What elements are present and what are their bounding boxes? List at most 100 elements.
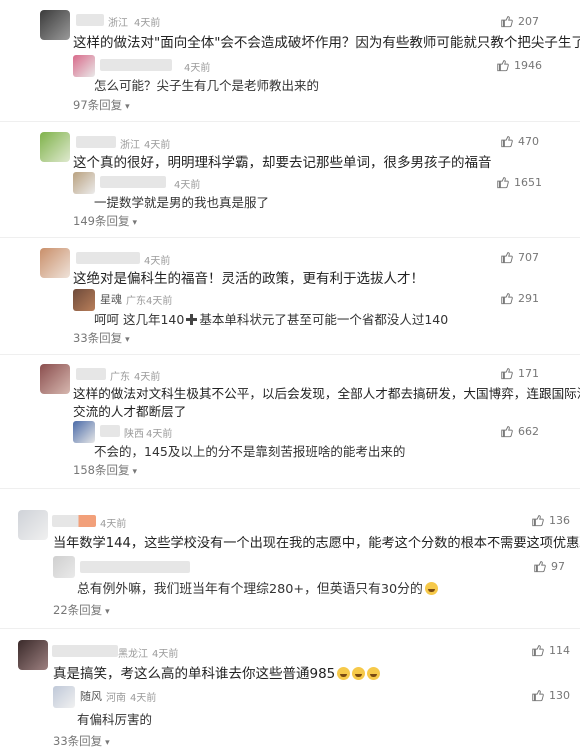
username-blurred[interactable] — [76, 14, 104, 26]
avatar[interactable] — [40, 248, 70, 278]
divider — [0, 121, 580, 122]
like-button[interactable]: 136 — [531, 513, 570, 527]
username-blurred[interactable] — [76, 368, 106, 380]
like-count: 707 — [518, 250, 539, 264]
reply-avatar[interactable] — [73, 172, 95, 194]
avatar[interactable] — [18, 640, 48, 670]
comment-text-line2: 交流的人才都断层了 — [73, 404, 187, 419]
comment-text: 这样的做法对文科生极其不公平，以后会发现，全部人才都去搞研发，大国博弈，连跟国际… — [73, 386, 580, 401]
like-button[interactable]: 707 — [500, 250, 539, 264]
thumbs-up-icon — [501, 136, 513, 148]
comment-time: 4天前 — [144, 140, 171, 151]
username-blurred[interactable] — [52, 515, 96, 527]
chevron-down-icon: ▾ — [105, 738, 110, 748]
username-blurred[interactable] — [76, 252, 140, 264]
username-blurred[interactable] — [76, 136, 116, 148]
like-count: 114 — [549, 643, 570, 657]
reply-avatar[interactable] — [73, 55, 95, 77]
divider — [0, 628, 580, 629]
thumbs-up-icon — [501, 293, 513, 305]
like-count: 97 — [551, 559, 565, 573]
reply-text: 呵呵 这几年140 基本单科状元了甚至可能一个省都没人过140 — [94, 309, 448, 328]
reply-username-blurred[interactable] — [80, 561, 190, 573]
reply-avatar[interactable] — [73, 289, 95, 311]
like-button[interactable]: 470 — [500, 134, 539, 148]
reply-avatar[interactable] — [53, 556, 75, 578]
like-count: 291 — [518, 291, 539, 305]
view-replies-button[interactable]: 22条回复 ▾ — [53, 602, 110, 618]
view-replies-button[interactable]: 33条回复 ▾ — [73, 330, 130, 346]
reply-count-label: 158条回复 — [73, 463, 130, 477]
view-replies-button[interactable]: 33条回复 ▾ — [53, 733, 110, 749]
reply-location: 河南 — [106, 693, 126, 704]
reply-time: 4天前 — [174, 180, 201, 191]
avatar[interactable] — [18, 510, 48, 540]
like-count: 1946 — [514, 58, 542, 72]
reply-like-button[interactable]: 291 — [500, 291, 539, 305]
comment-time: 4天前 — [152, 649, 179, 660]
reply-location: 广东 — [126, 296, 146, 307]
reply-text: 一提数学就是男的我也真是服了 — [94, 195, 270, 210]
like-count: 207 — [518, 14, 539, 28]
thumbs-up-icon — [532, 690, 544, 702]
reply-text-part: 总有例外嘛，我们班当年有个理综280+，但英语只有30分的 — [77, 582, 423, 597]
reply-time: 4天前 — [184, 63, 211, 74]
reply-username-blurred[interactable] — [100, 176, 166, 188]
heavy-plus-icon — [186, 314, 198, 325]
comment-time: 4天前 — [134, 18, 161, 29]
comment-location: 广东 — [110, 372, 130, 383]
username-blurred[interactable] — [52, 645, 118, 657]
reply-like-button[interactable]: 1946 — [496, 58, 542, 72]
thumbs-up-icon — [497, 177, 509, 189]
reply-like-button[interactable]: 97 — [533, 559, 565, 573]
comment-text: 真是搞笑，考这么高的单科谁去你这些普通985 — [53, 662, 381, 682]
like-button[interactable]: 171 — [500, 366, 539, 380]
reply-avatar[interactable] — [73, 421, 95, 443]
thumbs-up-icon — [501, 16, 513, 28]
comment-text-part: 真是搞笑，考这么高的单科谁去你这些普通985 — [53, 666, 336, 682]
thumbs-up-icon — [501, 368, 513, 380]
thumbs-up-icon — [534, 561, 546, 573]
comment-text: 当年数学144，这些学校没有一个出现在我的志愿中，能考这个分数的根本不需要这项优… — [53, 536, 580, 551]
comment-location: 浙江 — [108, 18, 128, 29]
grinning-sweat-emoji-icon — [352, 667, 366, 680]
avatar[interactable] — [40, 132, 70, 162]
reply-avatar[interactable] — [53, 686, 75, 708]
thumbs-up-icon — [501, 426, 513, 438]
chevron-down-icon: ▾ — [125, 335, 130, 345]
reply-like-button[interactable]: 1651 — [496, 175, 542, 189]
avatar[interactable] — [40, 10, 70, 40]
reply-username[interactable]: 星魂 — [100, 291, 122, 307]
reply-like-button[interactable]: 130 — [531, 688, 570, 702]
chevron-down-icon: ▾ — [125, 102, 130, 112]
view-replies-button[interactable]: 158条回复 ▾ — [73, 462, 137, 478]
thumbs-up-icon — [532, 645, 544, 657]
comment-location: 黑龙江 — [118, 649, 148, 660]
reply-username-blurred[interactable] — [100, 425, 120, 437]
comment-time: 4天前 — [134, 372, 161, 383]
reply-count-label: 149条回复 — [73, 214, 130, 228]
grinning-sweat-emoji-icon — [367, 667, 381, 680]
comment-text: 这个真的很好，明明理科学霸，却要去记那些单词，很多男孩子的福音 — [73, 155, 492, 171]
reply-text: 不会的，145及以上的分不是靠刻苦报班啥的能考出来的 — [94, 444, 406, 459]
grinning-sweat-emoji-icon — [337, 667, 351, 680]
divider — [0, 488, 580, 489]
like-button[interactable]: 114 — [531, 643, 570, 657]
divider — [0, 237, 580, 238]
like-count: 470 — [518, 134, 539, 148]
avatar[interactable] — [40, 364, 70, 394]
view-replies-button[interactable]: 97条回复 ▾ — [73, 97, 130, 113]
reply-location: 陕西 — [124, 429, 144, 440]
reply-time: 4天前 — [130, 693, 157, 704]
like-button[interactable]: 207 — [500, 14, 539, 28]
reply-like-button[interactable]: 662 — [500, 424, 539, 438]
view-replies-button[interactable]: 149条回复 ▾ — [73, 213, 137, 229]
like-count: 1651 — [514, 175, 542, 189]
comment-time: 4天前 — [144, 256, 171, 267]
reply-text-part: 基本单科状元了甚至可能一个省都没人过140 — [199, 312, 449, 327]
comment-text: 这样的做法对"面向全体"会不会造成破坏作用？因为有些教师可能就只教个把尖子生了。 — [73, 35, 580, 51]
reply-username-blurred[interactable] — [100, 59, 172, 71]
reply-count-label: 33条回复 — [73, 331, 123, 345]
reply-username[interactable]: 随风 — [80, 688, 102, 704]
reply-count-label: 22条回复 — [53, 603, 103, 617]
